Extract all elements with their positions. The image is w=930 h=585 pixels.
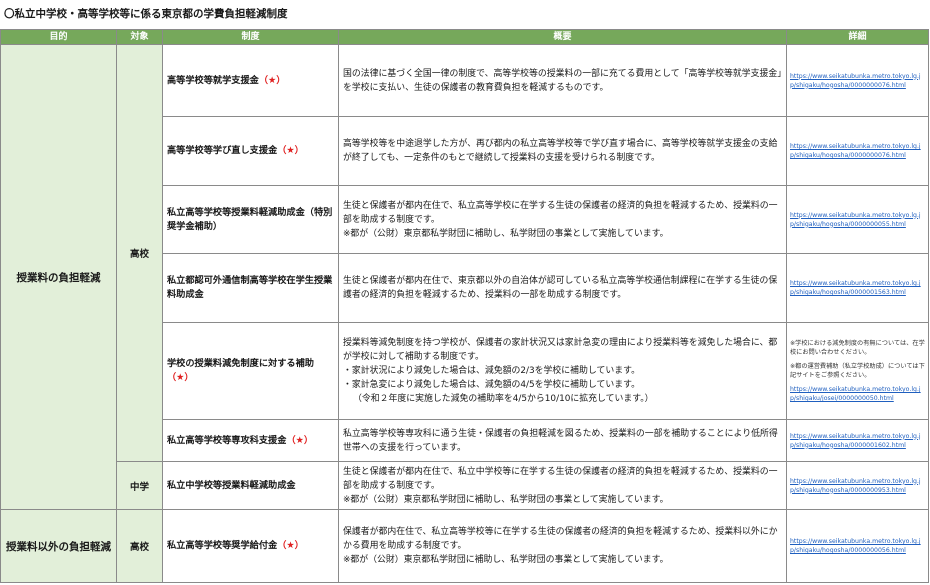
overview-cell: 生徒と保護者が都内在住で、私立高等学校に在学する生徒の保護者の経済的負担を軽減す… [338, 185, 787, 254]
overview-paragraph: 国の法律に基づく全国一律の制度で、高等学校等の授業料の一部に充てる費用として「高… [343, 68, 782, 93]
detail-cell: https://www.seikatubunka.metro.tokyo.lg.… [786, 461, 929, 510]
system-name: 学校の授業料減免制度に対する補助 [167, 358, 314, 369]
detail-cell: https://www.seikatubunka.metro.tokyo.lg.… [786, 185, 929, 254]
system-cell: 高等学校等就学支援金（★） [162, 44, 339, 117]
purpose-cell: 授業料以外の負担軽減 [0, 509, 117, 583]
overview-cell: 生徒と保護者が都内在住で、東京都以外の自治体が認可している私立高等学校通信制課程… [338, 253, 787, 323]
system-cell: 学校の授業料減免制度に対する補助 （★） [162, 322, 339, 420]
overview-paragraph: 私立高等学校等専攻科に通う生徒・保護者の負担軽減を図るため、授業料の一部を補助す… [343, 428, 778, 453]
overview-paragraph: 生徒と保護者が都内在住で、私立中学校等に在学する生徒の保護者の経済的負担を軽減す… [343, 466, 778, 491]
overview-paragraph: ※都が（公財）東京都私学財団に補助し、私学財団の事業として実施しています。 [343, 228, 669, 239]
purpose-cell: 授業料の負担軽減 [0, 44, 117, 510]
overview-paragraph: ※都が（公財）東京都私学財団に補助し、私学財団の事業として実施しています。 [343, 494, 669, 505]
detail-link[interactable]: https://www.seikatubunka.metro.tokyo.lg.… [790, 432, 925, 450]
detail-link[interactable]: https://www.seikatubunka.metro.tokyo.lg.… [790, 279, 925, 297]
overview-cell: 授業料等減免制度を持つ学校が、保護者の家計状況又は家計急変の理由により授業料等を… [338, 322, 787, 420]
detail-link[interactable]: https://www.seikatubunka.metro.tokyo.lg.… [790, 142, 925, 160]
system-name: 私立高等学校等奨学給付金 [167, 540, 278, 551]
detail-cell: https://www.seikatubunka.metro.tokyo.lg.… [786, 44, 929, 117]
system-name: 高等学校等就学支援金 [167, 74, 259, 86]
detail-cell: https://www.seikatubunka.metro.tokyo.lg.… [786, 509, 929, 583]
system-cell: 私立中学校等授業料軽減助成金 [162, 461, 339, 510]
system-name: 私立中学校等授業料軽減助成金 [167, 479, 296, 491]
system-cell: 私立高等学校等奨学給付金（★） [162, 509, 339, 583]
overview-cell: 私立高等学校等専攻科に通う生徒・保護者の負担軽減を図るため、授業料の一部を補助す… [338, 419, 787, 462]
detail-cell: https://www.seikatubunka.metro.tokyo.lg.… [786, 116, 929, 186]
table-row: 授業料の負担軽減 高校 高等学校等就学支援金（★） 国の法律に基づく全国一律の制度で、… [0, 44, 929, 510]
system-name: 私立都認可外通信制高等学校在学生授業料助成金 [167, 275, 333, 300]
header-detail: 詳細 [786, 29, 929, 45]
target-cell: 高校 [116, 44, 163, 462]
overview-cell: 生徒と保護者が都内在住で、私立中学校等に在学する生徒の保護者の経済的負担を軽減す… [338, 461, 787, 510]
overview-paragraph: 生徒と保護者が都内在住で、東京都以外の自治体が認可している私立高等学校通信制課程… [343, 276, 778, 300]
system-cell: 私立高等学校等授業料軽減助成金（特別奨学金補助） [162, 185, 339, 254]
detail-link[interactable]: https://www.seikatubunka.metro.tokyo.lg.… [790, 385, 925, 403]
overview-paragraph: 高等学校等を中途退学した方が、再び都内の私立高等学校等で学び直す場合に、高等学校… [343, 139, 778, 163]
table-body: 授業料の負担軽減 高校 高等学校等就学支援金（★） 国の法律に基づく全国一律の制度で、… [0, 44, 929, 583]
target-star-mark: （★） [258, 74, 286, 86]
fee-support-table: 目的 対象 制度 概要 詳細 授業料の負担軽減 高校 高等学校等就学支援金（★） 国の… [0, 29, 929, 583]
target-star-mark: （★） [277, 540, 304, 551]
overview-paragraph: 生徒と保護者が都内在住で、私立高等学校に在学する生徒の保護者の経済的負担を軽減す… [343, 200, 778, 225]
table-row: 授業料以外の負担軽減 高校 私立高等学校等奨学給付金（★） 保護者が都内在住で、私立高… [0, 509, 929, 583]
system-name: 高等学校等学び直し支援金 [167, 145, 278, 156]
detail-link[interactable]: https://www.seikatubunka.metro.tokyo.lg.… [790, 477, 925, 495]
target-cell: 高校 [116, 509, 163, 583]
system-name: 私立高等学校等専攻科支援金 [167, 434, 287, 446]
detail-note: ※都の運営費補助（私立学校助成）については下記サイトをご参照ください。 [790, 363, 925, 379]
overview-paragraph: 保護者が都内在住で、私立高等学校等に在学する生徒の保護者の経済的負担を軽減するた… [343, 527, 778, 551]
system-name: 私立高等学校等授業料軽減助成金（特別奨学金補助） [167, 206, 333, 232]
target-star-mark: （★） [167, 372, 194, 383]
overview-paragraph: 授業料等減免制度を持つ学校が、保護者の家計状況又は家計急変の理由により授業料等を… [343, 338, 778, 362]
overview-paragraph: （令和２年度に実施した減免の補助率を4/5から10/10に拡充しています。） [353, 394, 654, 404]
detail-note: ※学校における減免制度の有無については、在学校にお問い合わせください。 [790, 340, 925, 356]
overview-cell: 国の法律に基づく全国一律の制度で、高等学校等の授業料の一部に充てる費用として「高… [338, 44, 787, 117]
header-overview: 概要 [338, 29, 787, 45]
detail-cell: https://www.seikatubunka.metro.tokyo.lg.… [786, 419, 929, 462]
header-purpose: 目的 [0, 29, 117, 45]
detail-link[interactable]: https://www.seikatubunka.metro.tokyo.lg.… [790, 537, 925, 555]
overview-cell: 保護者が都内在住で、私立高等学校等に在学する生徒の保護者の経済的負担を軽減するた… [338, 509, 787, 583]
header-system: 制度 [162, 29, 339, 45]
detail-cell: ※学校における減免制度の有無については、在学校にお問い合わせください。 ※都の運営… [786, 322, 929, 420]
overview-paragraph: ※都が（公財）東京都私学財団に補助し、私学財団の事業として実施しています。 [343, 555, 669, 565]
system-cell: 私立都認可外通信制高等学校在学生授業料助成金 [162, 253, 339, 323]
detail-link[interactable]: https://www.seikatubunka.metro.tokyo.lg.… [790, 72, 925, 90]
detail-link[interactable]: https://www.seikatubunka.metro.tokyo.lg.… [790, 211, 925, 229]
overview-paragraph: ・家計状況により減免した場合は、減免額の2/3を学校に補助しています。 [343, 366, 640, 376]
table-row: 中学 私立中学校等授業料軽減助成金 生徒と保護者が都内在住で、私立中学校等に在学する… [1, 461, 929, 510]
overview-cell: 高等学校等を中途退学した方が、再び都内の私立高等学校等で学び直す場合に、高等学校… [338, 116, 787, 186]
table-header-row: 目的 対象 制度 概要 詳細 [0, 29, 929, 45]
detail-cell: https://www.seikatubunka.metro.tokyo.lg.… [786, 253, 929, 323]
system-cell: 高等学校等学び直し支援金（★） [162, 116, 339, 186]
page-title: 〇私立中学校・高等学校等に係る東京都の学費負担軽減制度 [4, 8, 288, 20]
overview-paragraph: ・家計急変により減免した場合は、減免額の4/5を学校に補助しています。 [343, 380, 640, 390]
target-star-mark: （★） [286, 434, 314, 446]
system-cell: 私立高等学校等専攻科支援金（★） [162, 419, 339, 462]
target-cell: 中学 [116, 461, 163, 510]
target-star-mark: （★） [277, 145, 304, 156]
header-target: 対象 [116, 29, 163, 45]
